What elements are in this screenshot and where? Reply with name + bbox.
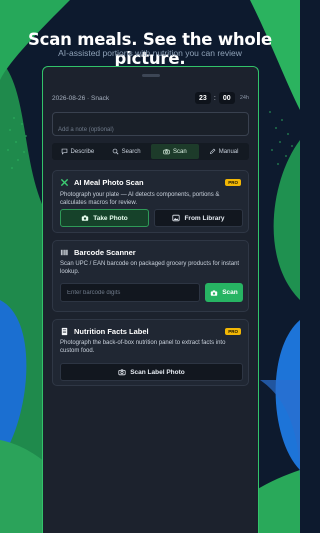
entry-mode-tabs: Describe Search Scan Manual [52, 143, 249, 160]
time-minute[interactable]: 00 [218, 92, 235, 104]
scan-label-photo-label: Scan Label Photo [130, 368, 185, 376]
tab-describe-label: Describe [70, 148, 95, 155]
meal-entry-sheet: 2026-08-26 · Snack 23 : 00 24h Add a not… [42, 66, 259, 533]
photo-scan-title: AI Meal Photo Scan [74, 178, 144, 187]
note-field[interactable]: Add a note (optional) [52, 112, 249, 136]
barcode-title: Barcode Scanner [74, 248, 136, 257]
nutrition-label-description: Photograph the back-of-box nutrition pan… [60, 340, 226, 354]
entry-meta-row: 2026-08-26 · Snack 23 : 00 24h [52, 91, 249, 105]
tab-scan-label: Scan [173, 148, 187, 155]
photo-scan-card: AI Meal Photo Scan PRO Photograph your p… [52, 170, 249, 233]
date-meal-label[interactable]: 2026-08-26 · Snack [52, 95, 109, 102]
camera-icon [118, 369, 126, 376]
tab-search-label: Search [121, 148, 141, 155]
time-hour[interactable]: 23 [194, 92, 211, 104]
camera-icon [163, 149, 170, 155]
image-gallery-icon [172, 214, 181, 222]
pro-badge: PRO [225, 179, 241, 186]
from-library-label: From Library [184, 214, 225, 222]
barcode-icon [60, 249, 68, 256]
nutrition-label-title: Nutrition Facts Label [74, 327, 149, 336]
scan-label-photo-button[interactable]: Scan Label Photo [60, 363, 243, 381]
take-photo-label: Take Photo [93, 214, 128, 222]
speech-bubble-icon [61, 148, 67, 155]
note-placeholder: Add a note (optional) [58, 127, 114, 133]
tab-manual[interactable]: Manual [199, 144, 248, 159]
camera-icon [82, 215, 89, 221]
tab-search[interactable]: Search [102, 144, 151, 159]
barcode-input[interactable] [67, 289, 193, 296]
barcode-description: Scan UPC / EAN barcode on packaged groce… [60, 261, 240, 275]
take-photo-button[interactable]: Take Photo [60, 209, 149, 227]
tab-manual-label: Manual [218, 148, 239, 155]
camera-icon [211, 289, 218, 296]
time-picker: 23 : 00 24h [194, 92, 249, 104]
time-format-label: 24h [239, 95, 249, 101]
barcode-input-wrapper [60, 283, 200, 302]
promo-subheadline: AI-assisted portions with nutrition you … [58, 48, 242, 58]
pencil-icon [209, 148, 216, 155]
barcode-scan-label: Scan [222, 289, 238, 296]
photo-scan-description: Photograph your plate — AI detects compo… [60, 192, 220, 206]
sheet-drag-handle[interactable] [142, 74, 160, 77]
barcode-scan-button[interactable]: Scan [205, 283, 243, 302]
pro-badge: PRO [225, 328, 241, 335]
tab-describe[interactable]: Describe [53, 144, 102, 159]
nutrition-label-card: Nutrition Facts Label PRO Photograph the… [52, 319, 249, 386]
from-library-button[interactable]: From Library [154, 209, 243, 227]
time-separator: : [213, 94, 216, 102]
document-icon [61, 327, 68, 336]
tab-scan[interactable]: Scan [150, 144, 200, 159]
utensils-icon [60, 178, 69, 187]
barcode-card: Barcode Scanner Scan UPC / EAN barcode o… [52, 240, 249, 312]
search-icon [112, 148, 119, 155]
